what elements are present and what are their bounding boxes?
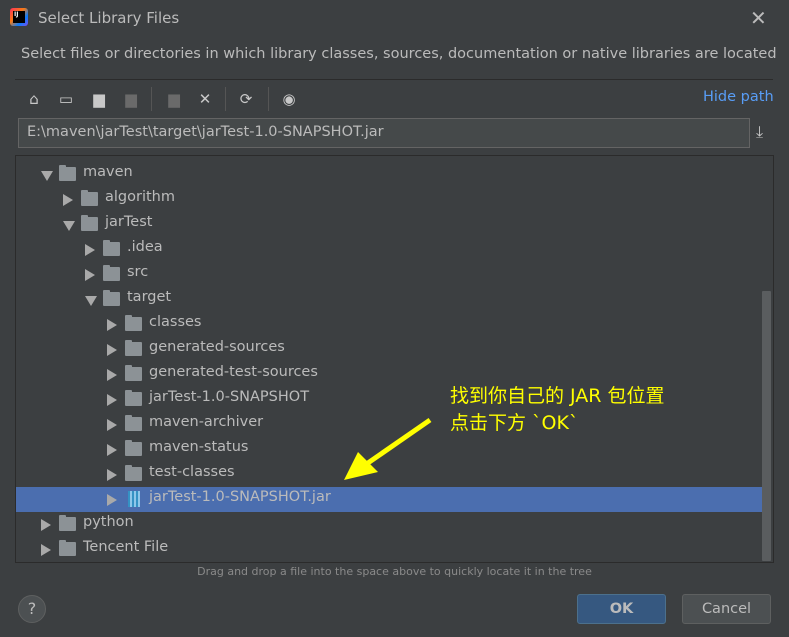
collapsed-arrow-icon[interactable] [107,319,117,331]
partial-row: · · · · [66,156,98,158]
toolbar-separator [225,87,226,111]
folder-icon [103,265,120,281]
jar-file-icon [128,491,140,507]
tree-item-label: jarTest-1.0-SNAPSHOT.jar [149,489,331,505]
cancel-button[interactable]: Cancel [682,594,771,624]
help-button[interactable]: ? [18,595,46,623]
folder-icon [59,165,76,181]
tree-item-label: maven-archiver [149,414,264,430]
collapsed-arrow-icon[interactable] [107,344,117,356]
path-input[interactable]: E:\maven\jarTest\target\jarTest-1.0-SNAP… [18,118,750,148]
tree-item-label: maven [83,164,133,180]
module-folder-icon[interactable]: ▆ [120,88,142,110]
folder-icon [81,190,98,206]
file-tree[interactable]: · · · · maven algorithm jarTest .idea src tar… [15,155,774,563]
tree-row[interactable]: jarTest-1.0-SNAPSHOT.jar [16,487,762,512]
intellij-logo-icon: IJ [10,8,28,26]
folder-icon [125,340,142,356]
tree-item-label: generated-sources [149,339,285,355]
folder-icon [125,465,142,481]
folder-icon [59,515,76,531]
collapsed-arrow-icon[interactable] [107,419,117,431]
expanded-arrow-icon[interactable] [63,221,75,231]
download-icon[interactable]: ⤓ [756,122,763,142]
delete-icon[interactable]: ✕ [194,88,216,110]
annotation-text: 找到你自己的 JAR 包位置 点击下方 `OK` [450,385,665,434]
collapsed-arrow-icon[interactable] [85,269,95,281]
tree-row[interactable]: maven [16,162,762,187]
expanded-arrow-icon[interactable] [85,296,97,306]
folder-icon [103,290,120,306]
tree-item-label: jarTest [105,214,153,230]
collapsed-arrow-icon[interactable] [41,544,51,556]
home-icon[interactable]: ⌂ [23,88,45,110]
expanded-arrow-icon[interactable] [41,171,53,181]
tree-item-label: Tencent File [83,539,169,555]
tree-item-label: generated-test-sources [149,364,318,380]
collapsed-arrow-icon[interactable] [107,469,117,481]
tree-row[interactable]: .idea [16,237,762,262]
tree-row[interactable]: jarTest [16,212,762,237]
folder-icon [125,315,142,331]
collapsed-arrow-icon[interactable] [107,394,117,406]
tree-item-label: .idea [127,239,163,255]
tree-row[interactable]: src [16,262,762,287]
tree-row[interactable]: target [16,287,762,312]
drag-drop-hint: Drag and drop a file into the space abov… [197,565,592,578]
tree-item-label: jarTest-1.0-SNAPSHOT [149,389,310,405]
tree-item-label: algorithm [105,189,175,205]
tree-row[interactable]: Tencent File [16,537,762,562]
tree-row[interactable]: algorithm [16,187,762,212]
tree-row[interactable]: python [16,512,762,537]
folder-icon [125,440,142,456]
collapsed-arrow-icon[interactable] [107,369,117,381]
tree-item-label: src [127,264,149,280]
collapsed-arrow-icon[interactable] [107,494,117,506]
tree-item-label: target [127,289,172,305]
folder-icon [81,215,98,231]
folder-icon [125,415,142,431]
tree-item-label: maven-status [149,439,249,455]
show-hidden-icon[interactable]: ◉ [278,88,300,110]
dialog-description: Select files or directories in which lib… [21,46,777,62]
ok-button[interactable]: OK [577,594,666,624]
desktop-icon[interactable]: ▭ [55,88,77,110]
tree-item-label: test-classes [149,464,235,480]
folder-icon [125,390,142,406]
hide-path-link[interactable]: Hide path [703,89,774,105]
collapsed-arrow-icon[interactable] [107,444,117,456]
divider [15,79,773,80]
new-folder-icon[interactable]: ▆ [163,88,185,110]
window-title: Select Library Files [38,9,180,27]
tree-item-label: python [83,514,134,530]
collapsed-arrow-icon[interactable] [63,194,73,206]
collapsed-arrow-icon[interactable] [85,244,95,256]
toolbar-separator [151,87,152,111]
tree-item-label: classes [149,314,202,330]
tree-row[interactable]: classes [16,312,762,337]
collapsed-arrow-icon[interactable] [41,519,51,531]
scrollbar-thumb[interactable] [762,291,771,561]
refresh-icon[interactable]: ⟳ [235,88,257,110]
folder-icon [103,240,120,256]
project-folder-icon[interactable]: ▆ [88,88,110,110]
annotation-arrow-icon [344,417,432,480]
folder-icon [59,540,76,556]
folder-icon [125,365,142,381]
toolbar-separator [268,87,269,111]
close-icon[interactable]: ✕ [750,6,767,30]
tree-row[interactable]: generated-sources [16,337,762,362]
